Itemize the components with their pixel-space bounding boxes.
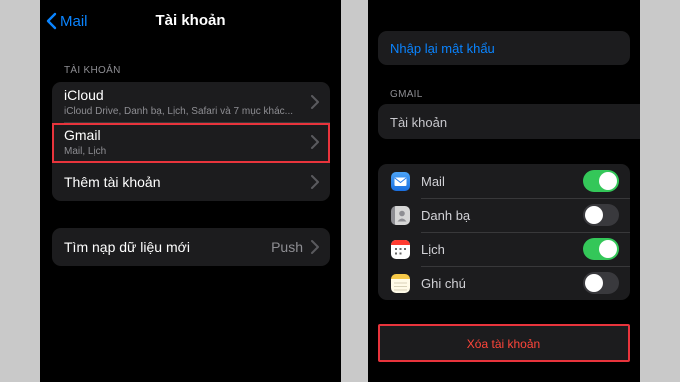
page-title: Tài khoản — [155, 12, 226, 29]
delete-account-label: Xóa tài khoản — [466, 337, 541, 351]
notes-toggle[interactable] — [583, 272, 619, 294]
service-row-mail: Mail — [378, 164, 630, 198]
calendar-toggle[interactable] — [583, 238, 619, 260]
chevron-right-icon — [311, 240, 319, 254]
service-label: Lịch — [421, 242, 445, 257]
fetch-value: Push — [271, 239, 303, 255]
calendar-app-icon — [391, 240, 410, 259]
service-row-calendar: Lịch — [378, 233, 630, 266]
fetch-label: Tìm nạp dữ liệu mới — [64, 239, 190, 255]
chevron-right-icon — [311, 175, 319, 189]
contacts-toggle[interactable] — [583, 204, 619, 226]
account-title: iCloud — [64, 87, 104, 103]
account-field-label: Tài khoản — [390, 115, 448, 130]
account-row-icloud[interactable]: iCloud iCloud Drive, Danh bạ, Lịch, Safa… — [52, 82, 330, 122]
services-group: Mail Danh bạ Lịch Ghi chú — [378, 164, 630, 300]
chevron-right-icon — [311, 95, 319, 109]
accounts-screen: Mail Tài khoản TÀI KHOẢN iCloud iCloud D… — [40, 0, 341, 382]
accounts-section-label: TÀI KHOẢN — [64, 65, 121, 76]
service-row-notes: Ghi chú — [378, 267, 630, 300]
fetch-new-data-row[interactable]: Tìm nạp dữ liệu mới Push — [52, 228, 330, 266]
account-field-row[interactable]: Tài khoản — [378, 104, 640, 139]
account-subtitle: iCloud Drive, Danh bạ, Lịch, Safari và 7… — [64, 106, 293, 117]
gmail-highlight-box — [52, 123, 330, 163]
add-account-row[interactable]: Thêm tài khoản — [52, 163, 330, 201]
notes-app-icon — [391, 274, 410, 293]
delete-account-button[interactable]: Xóa tài khoản — [378, 324, 630, 362]
reenter-password-row[interactable]: Nhập lại mật khẩu — [378, 31, 630, 65]
service-label: Mail — [421, 174, 445, 189]
reenter-password-label: Nhập lại mật khẩu — [390, 41, 495, 56]
gmail-section-label: GMAIL — [390, 89, 423, 100]
service-row-contacts: Danh bạ — [378, 199, 630, 232]
service-label: Ghi chú — [421, 276, 466, 291]
gmail-account-screen: Nhập lại mật khẩu GMAIL Tài khoản Mail D… — [368, 0, 640, 382]
contacts-app-icon — [391, 206, 410, 225]
service-label: Danh bạ — [421, 208, 471, 223]
mail-toggle[interactable] — [583, 170, 619, 192]
mail-app-icon — [391, 172, 410, 191]
add-account-label: Thêm tài khoản — [64, 174, 161, 190]
